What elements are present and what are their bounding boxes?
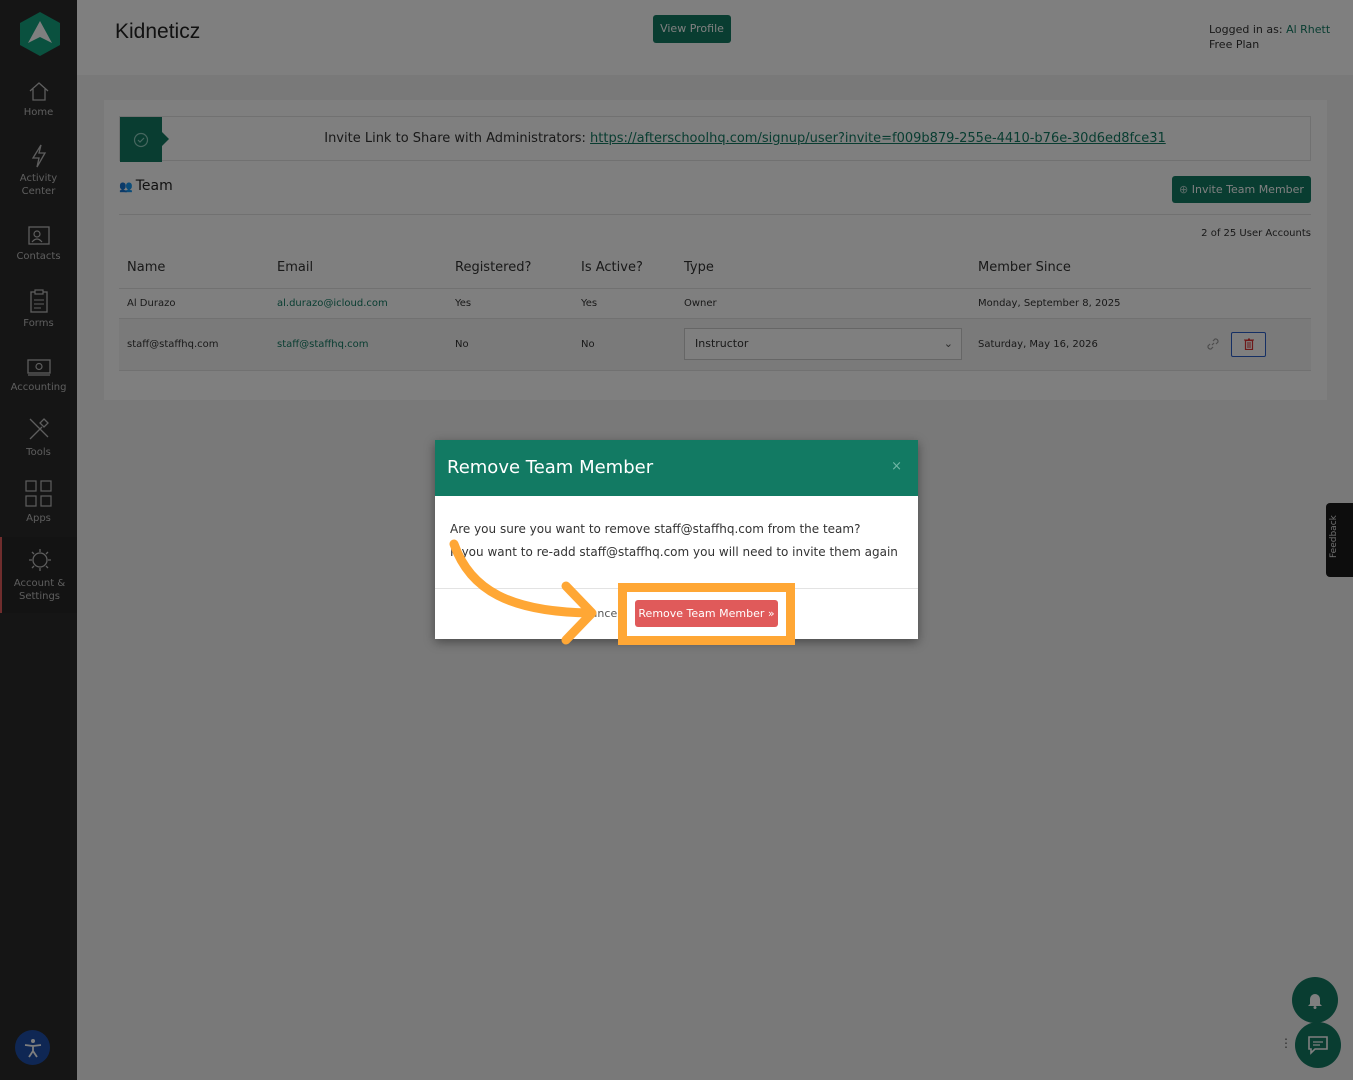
annotation-arrow-icon xyxy=(449,539,597,645)
remove-team-member-button[interactable]: Remove Team Member » xyxy=(635,600,778,627)
modal-header: Remove Team Member × xyxy=(435,440,918,496)
close-icon[interactable]: × xyxy=(891,459,902,474)
modal-title: Remove Team Member xyxy=(447,457,654,478)
